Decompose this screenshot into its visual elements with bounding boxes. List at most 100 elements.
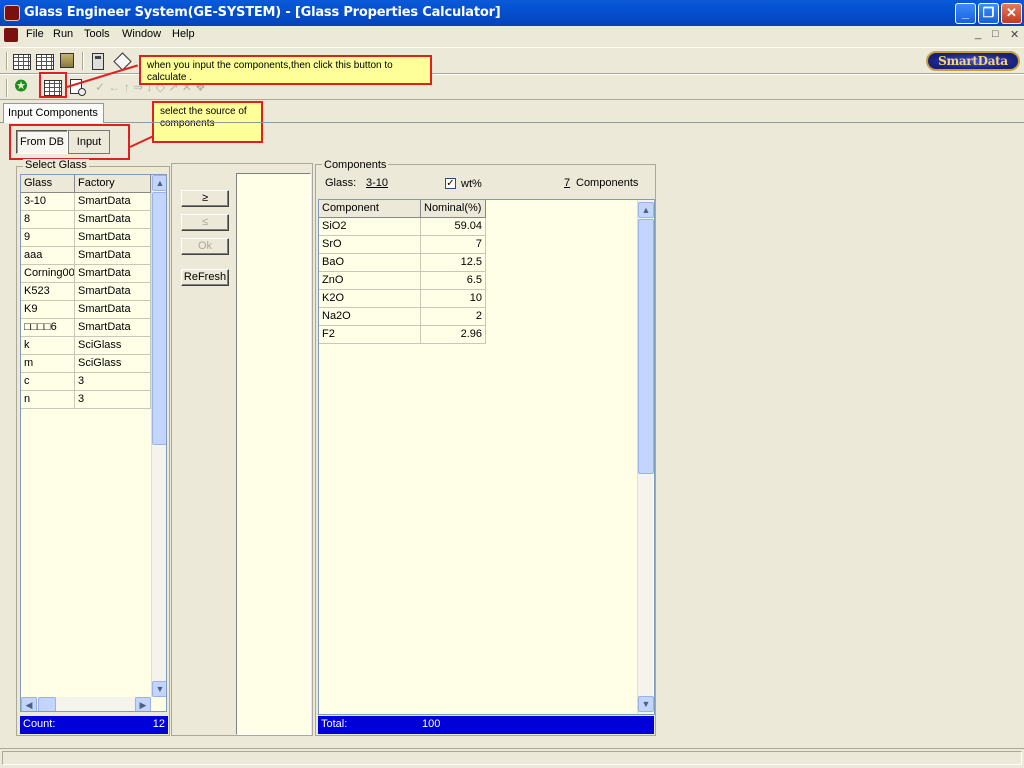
components-total-bar: Total: 100: [318, 716, 654, 734]
component-cell[interactable]: F2: [319, 326, 421, 344]
glass-label: Glass:: [325, 177, 357, 189]
tab-input-components[interactable]: Input Components: [3, 103, 104, 123]
glass-table[interactable]: Glass Factory 3-10 SmartData 8 SmartData 9 Sm…: [20, 174, 167, 712]
component-cell[interactable]: ZnO: [319, 272, 421, 290]
database-icon[interactable]: [60, 53, 74, 68]
scroll-up-button[interactable]: ▲: [638, 202, 654, 218]
mdi-close-button[interactable]: ✕: [1010, 28, 1019, 41]
mdi-restore-button[interactable]: □: [992, 28, 999, 40]
factory-cell[interactable]: SmartData: [75, 211, 151, 229]
glass-cell[interactable]: m: [21, 355, 75, 373]
scroll-up-button[interactable]: ▲: [152, 175, 166, 191]
ok-button[interactable]: Ok: [181, 238, 229, 255]
glass-cell[interactable]: K9: [21, 301, 75, 319]
toolbar-separator: [82, 52, 84, 70]
menu-tools[interactable]: Tools: [84, 28, 110, 40]
glass-vertical-scrollbar[interactable]: ▲ ▼: [151, 175, 166, 697]
app-icon[interactable]: [4, 5, 20, 21]
factory-column-header[interactable]: Factory: [75, 175, 151, 193]
scroll-thumb[interactable]: [638, 219, 654, 474]
close-button[interactable]: ✕: [1001, 3, 1022, 24]
scroll-left-button[interactable]: ◀: [21, 697, 37, 711]
factory-cell[interactable]: SmartData: [75, 193, 151, 211]
components-label: Components: [322, 159, 389, 171]
nominal-cell[interactable]: 59.04: [421, 218, 486, 236]
glass-cell[interactable]: Corning008: [21, 265, 75, 283]
glass-cell[interactable]: aaa: [21, 247, 75, 265]
nominal-cell[interactable]: 2.96: [421, 326, 486, 344]
calculate-callout: when you input the components,then click…: [139, 55, 432, 85]
add-component-button[interactable]: ≥: [181, 190, 229, 207]
remove-component-button[interactable]: ≤: [181, 214, 229, 231]
component-cell[interactable]: SiO2: [319, 218, 421, 236]
selected-list[interactable]: [236, 173, 311, 735]
component-cell[interactable]: K2O: [319, 290, 421, 308]
total-value: 100: [422, 718, 441, 730]
tab-strip-line: [0, 122, 1024, 123]
glass-cell[interactable]: □□□□6: [21, 319, 75, 337]
glass-value: 3-10: [366, 177, 389, 189]
nominal-cell[interactable]: 2: [421, 308, 486, 326]
callout-pointer: [129, 135, 154, 148]
nominal-column-header[interactable]: Nominal(%): [421, 200, 486, 218]
factory-cell[interactable]: SmartData: [75, 265, 151, 283]
factory-cell[interactable]: SciGlass: [75, 337, 151, 355]
menu-help[interactable]: Help: [172, 28, 195, 40]
glass-cell[interactable]: K523: [21, 283, 75, 301]
factory-cell[interactable]: 3: [75, 391, 151, 409]
factory-cell[interactable]: SciGlass: [75, 355, 151, 373]
components-table[interactable]: Component Nominal(%) SiO2 59.04 SrO 7 BaO 12.…: [318, 199, 655, 715]
menu-file[interactable]: File: [26, 28, 44, 40]
glass-cell[interactable]: k: [21, 337, 75, 355]
scroll-thumb[interactable]: [152, 192, 166, 445]
component-count-label: Components: [576, 177, 639, 189]
toolbar-grip: [6, 52, 8, 70]
hscroll-thumb[interactable]: [38, 697, 56, 711]
count-value: 12: [152, 718, 165, 730]
component-cell[interactable]: Na2O: [319, 308, 421, 326]
factory-cell[interactable]: SmartData: [75, 319, 151, 337]
scroll-down-button[interactable]: ▼: [638, 696, 654, 712]
form-icon[interactable]: [36, 54, 54, 70]
mdi-minimize-button[interactable]: _: [975, 28, 981, 40]
menu-window[interactable]: Window: [122, 28, 161, 40]
components-vertical-scrollbar[interactable]: ▲ ▼: [637, 200, 654, 714]
from-db-toggle[interactable]: From DB: [16, 130, 68, 154]
calculate-highlight: [39, 72, 67, 98]
component-cell[interactable]: BaO: [319, 254, 421, 272]
glass-cell[interactable]: 3-10: [21, 193, 75, 211]
menu-bar: File Run Tools Window Help _ □ ✕: [0, 26, 1024, 45]
factory-cell[interactable]: SmartData: [75, 229, 151, 247]
component-cell[interactable]: SrO: [319, 236, 421, 254]
factory-cell[interactable]: SmartData: [75, 247, 151, 265]
input-toggle[interactable]: Input: [68, 130, 110, 154]
nominal-cell[interactable]: 12.5: [421, 254, 486, 272]
run-icon[interactable]: ✪: [14, 79, 28, 95]
glass-cell[interactable]: c: [21, 373, 75, 391]
window-title: Glass Engineer System(GE-SYSTEM) - [Glas…: [24, 5, 501, 20]
glass-cell[interactable]: 9: [21, 229, 75, 247]
glass-horizontal-scrollbar[interactable]: ◀ ▶: [21, 697, 151, 711]
minimize-button[interactable]: _: [955, 3, 976, 24]
wt-percent-label: wt%: [461, 178, 482, 190]
nominal-cell[interactable]: 6.5: [421, 272, 486, 290]
glass-cell[interactable]: 8: [21, 211, 75, 229]
menu-run[interactable]: Run: [53, 28, 73, 40]
scroll-down-button[interactable]: ▼: [152, 681, 166, 697]
document-icon[interactable]: [4, 28, 18, 42]
refresh-button[interactable]: ReFresh: [181, 269, 229, 286]
glass-cell[interactable]: n: [21, 391, 75, 409]
factory-cell[interactable]: SmartData: [75, 301, 151, 319]
nominal-cell[interactable]: 7: [421, 236, 486, 254]
glass-column-header[interactable]: Glass: [21, 175, 75, 193]
scroll-right-button[interactable]: ▶: [135, 697, 151, 711]
maximize-button[interactable]: ❐: [978, 3, 999, 24]
factory-cell[interactable]: 3: [75, 373, 151, 391]
nominal-cell[interactable]: 10: [421, 290, 486, 308]
table-icon[interactable]: [13, 54, 31, 70]
wt-percent-checkbox[interactable]: ✓: [445, 178, 456, 189]
calculator-icon[interactable]: [92, 53, 104, 70]
glass-count-bar: Count: 12: [20, 716, 168, 734]
factory-cell[interactable]: SmartData: [75, 283, 151, 301]
component-column-header[interactable]: Component: [319, 200, 421, 218]
